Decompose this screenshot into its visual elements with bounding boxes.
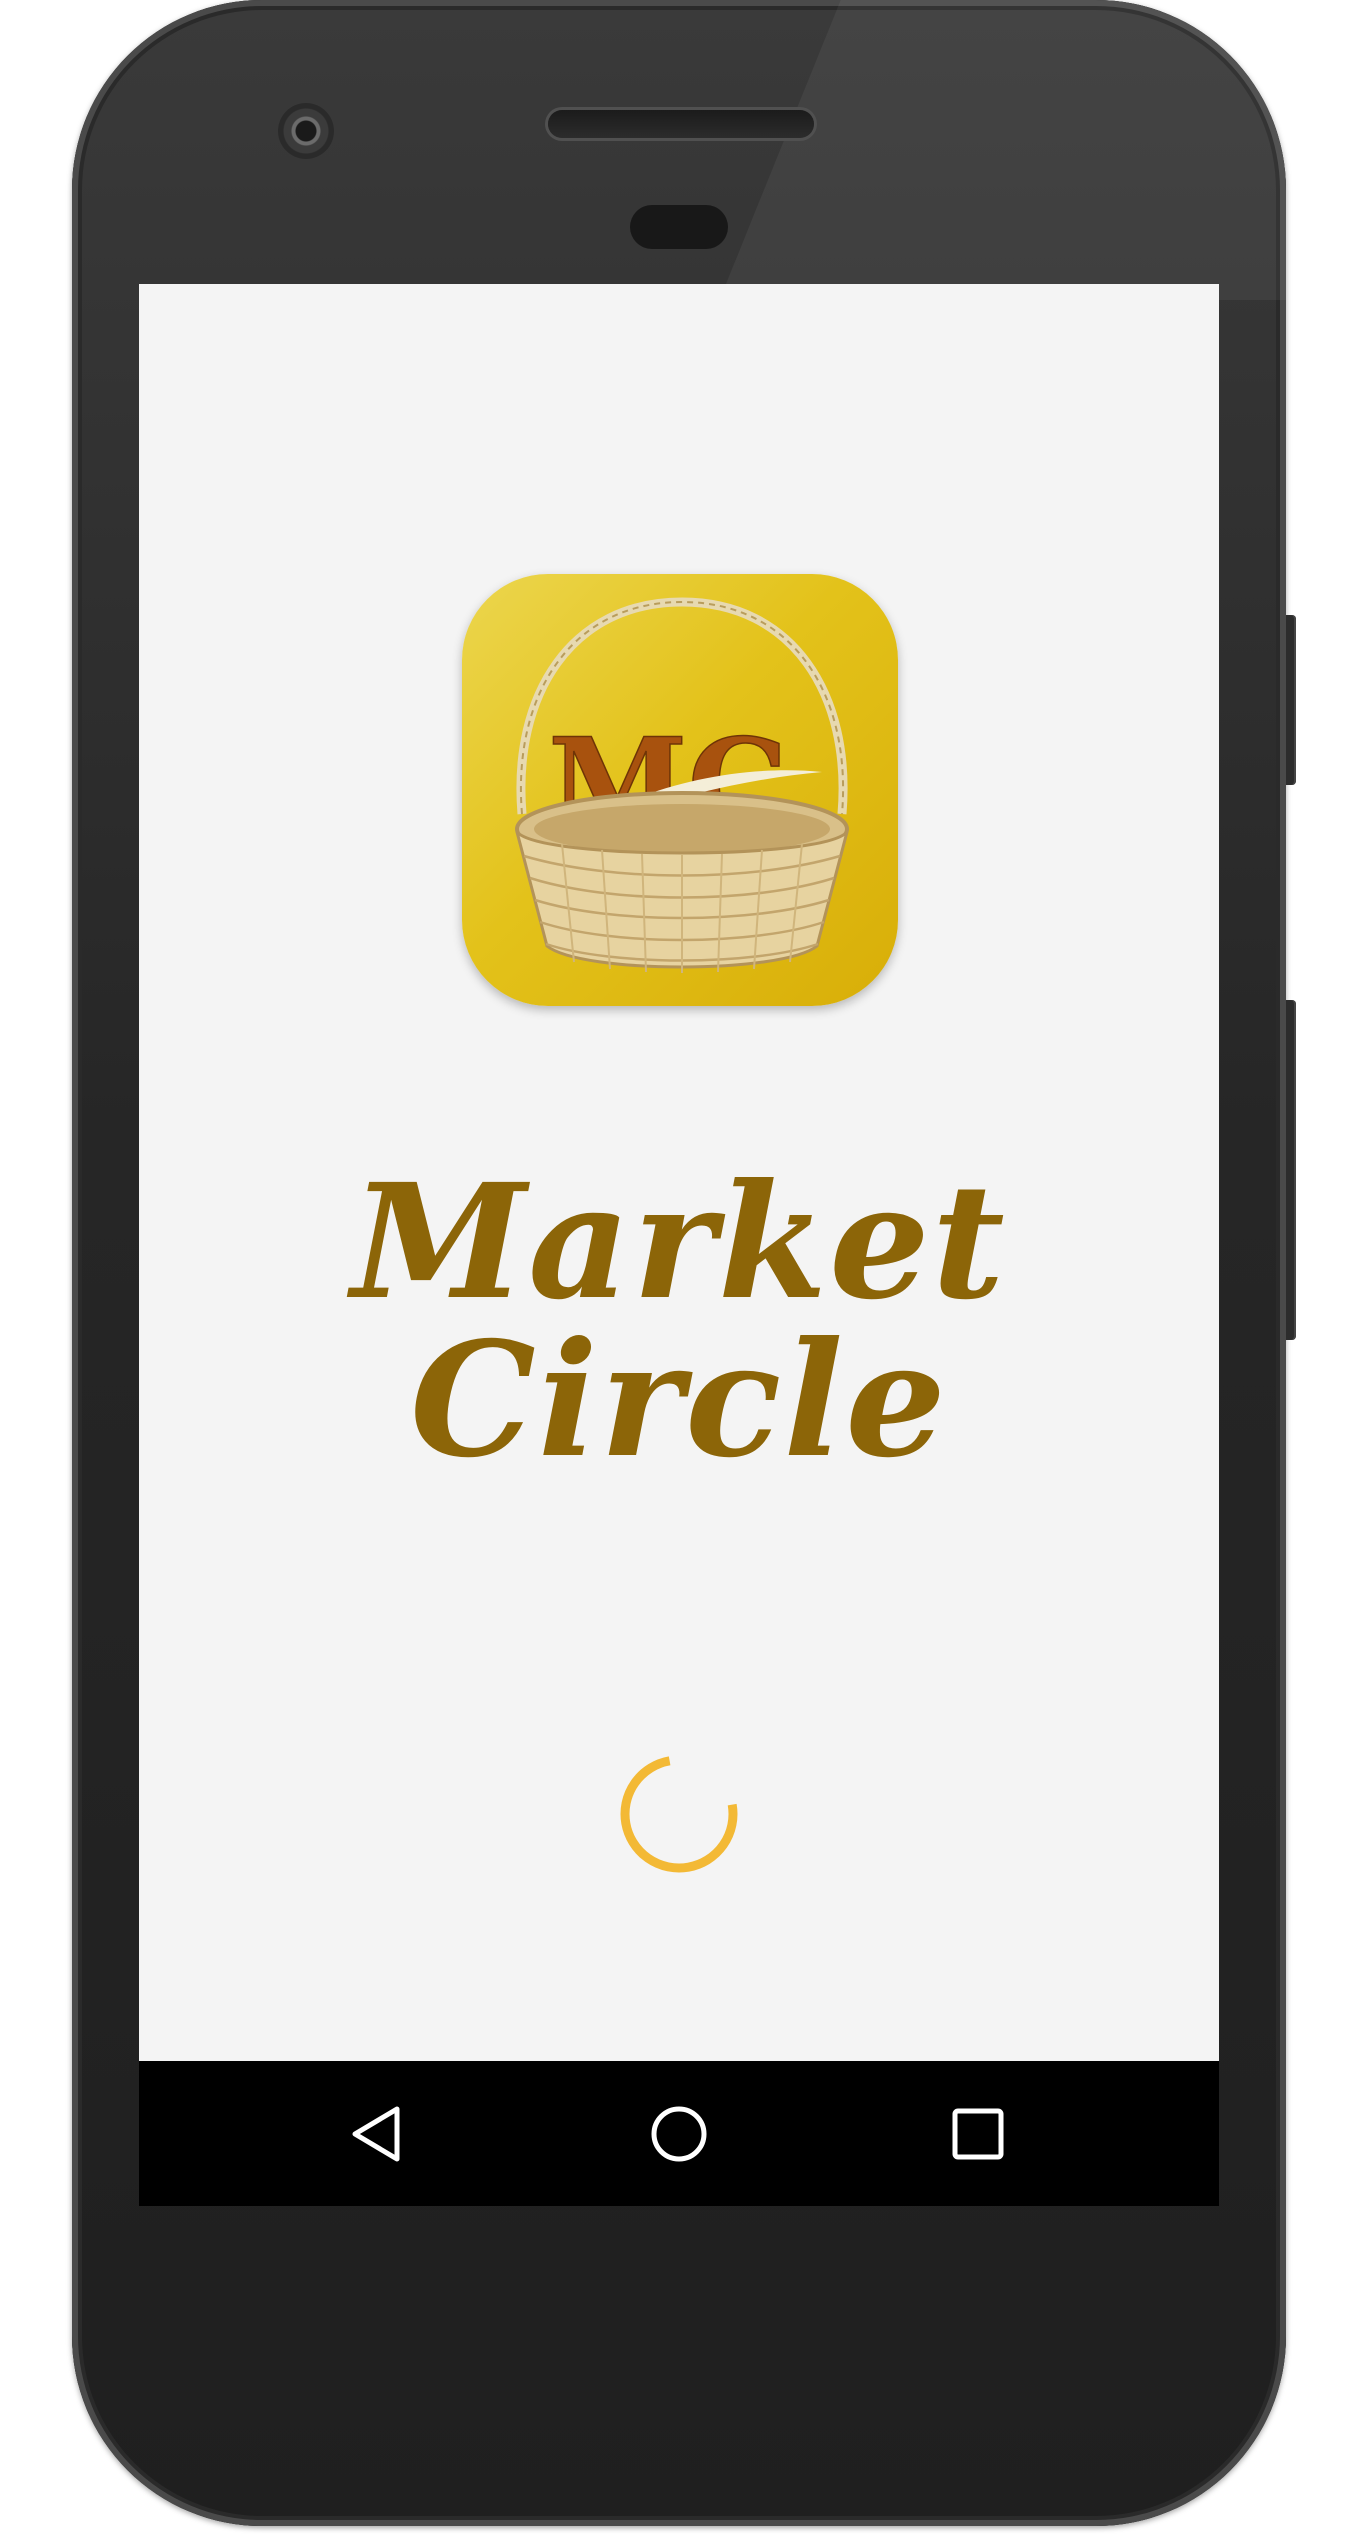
back-icon[interactable] bbox=[347, 2101, 413, 2167]
earpiece-speaker bbox=[548, 110, 814, 138]
splash-screen: MC Market Circle bbox=[139, 284, 1219, 2061]
power-button bbox=[1286, 615, 1296, 785]
loading-spinner bbox=[620, 1756, 738, 1873]
volume-button bbox=[1286, 1000, 1296, 1340]
app-logo: MC bbox=[462, 574, 898, 1006]
proximity-sensor bbox=[630, 205, 728, 249]
app-name-title: Market Circle bbox=[351, 1150, 1007, 1493]
front-camera bbox=[278, 103, 334, 159]
recents-icon[interactable] bbox=[945, 2101, 1011, 2167]
system-nav-bar bbox=[139, 2061, 1219, 2206]
basket-icon: MC bbox=[515, 597, 849, 973]
home-icon[interactable] bbox=[646, 2101, 712, 2167]
